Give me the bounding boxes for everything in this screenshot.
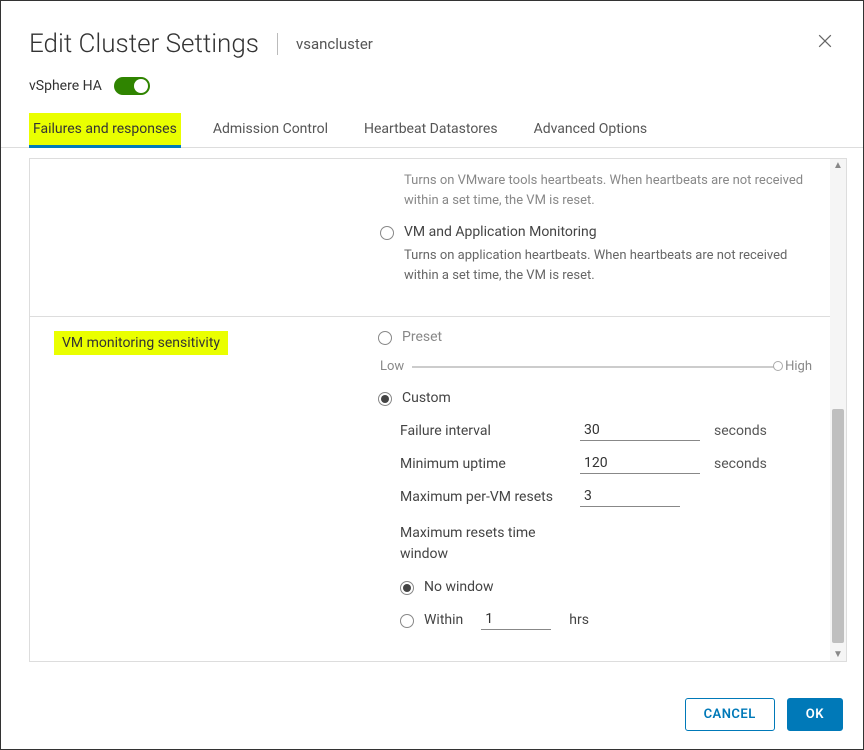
close-button[interactable] <box>815 31 835 51</box>
preset-label: Preset <box>402 329 442 345</box>
no-window-label: No window <box>424 579 494 595</box>
sensitivity-slider[interactable] <box>412 366 777 368</box>
close-icon <box>815 31 835 51</box>
tab-bar: Failures and responses Admission Control… <box>1 113 863 148</box>
radio-within[interactable] <box>400 614 414 628</box>
max-resets-input[interactable] <box>580 486 680 507</box>
scroll-thumb[interactable] <box>832 409 844 643</box>
tab-heartbeat-datastores[interactable]: Heartbeat Datastores <box>360 113 502 147</box>
minimum-uptime-input[interactable] <box>580 453 700 474</box>
vm-monitoring-sensitivity-label: VM monitoring sensitivity <box>54 331 228 355</box>
scroll-up-icon: ▲ <box>831 160 845 171</box>
within-unit: hrs <box>569 612 589 628</box>
vm-app-monitoring-label: VM and Application Monitoring <box>404 224 812 240</box>
failure-interval-label: Failure interval <box>400 423 580 439</box>
scroll-down-icon: ▼ <box>831 649 845 660</box>
minimum-uptime-unit: seconds <box>714 456 767 472</box>
tab-failures-responses[interactable]: Failures and responses <box>29 113 181 147</box>
dialog-title: Edit Cluster Settings <box>29 29 259 59</box>
resets-window-label: Maximum resets time window <box>378 523 558 565</box>
cluster-name: vsancluster <box>296 35 373 53</box>
failure-interval-unit: seconds <box>714 423 767 439</box>
cancel-button[interactable]: CANCEL <box>685 698 775 731</box>
radio-vm-app-monitoring[interactable] <box>380 226 394 240</box>
scrollbar[interactable]: ▲ ▼ <box>830 159 846 661</box>
slider-knob <box>773 361 783 371</box>
ok-button[interactable]: OK <box>787 698 843 731</box>
vsphere-ha-label: vSphere HA <box>29 78 102 94</box>
slider-low-label: Low <box>380 359 404 374</box>
radio-preset[interactable] <box>378 331 392 345</box>
vm-app-monitoring-desc: Turns on application heartbeats. When he… <box>404 246 812 285</box>
radio-custom[interactable] <box>378 392 392 406</box>
toggle-knob <box>134 79 148 93</box>
slider-high-label: High <box>785 359 812 374</box>
radio-no-window[interactable] <box>400 581 414 595</box>
vsphere-ha-toggle[interactable] <box>114 77 150 95</box>
tab-advanced-options[interactable]: Advanced Options <box>530 113 652 147</box>
custom-label: Custom <box>402 390 451 406</box>
title-separator <box>277 33 278 55</box>
tab-admission-control[interactable]: Admission Control <box>209 113 332 147</box>
prev-option-desc: Turns on VMware tools heartbeats. When h… <box>404 171 812 210</box>
within-input[interactable] <box>481 609 551 630</box>
max-resets-label: Maximum per-VM resets <box>400 489 580 505</box>
minimum-uptime-label: Minimum uptime <box>400 456 580 472</box>
failure-interval-input[interactable] <box>580 420 700 441</box>
within-label: Within <box>424 612 463 628</box>
